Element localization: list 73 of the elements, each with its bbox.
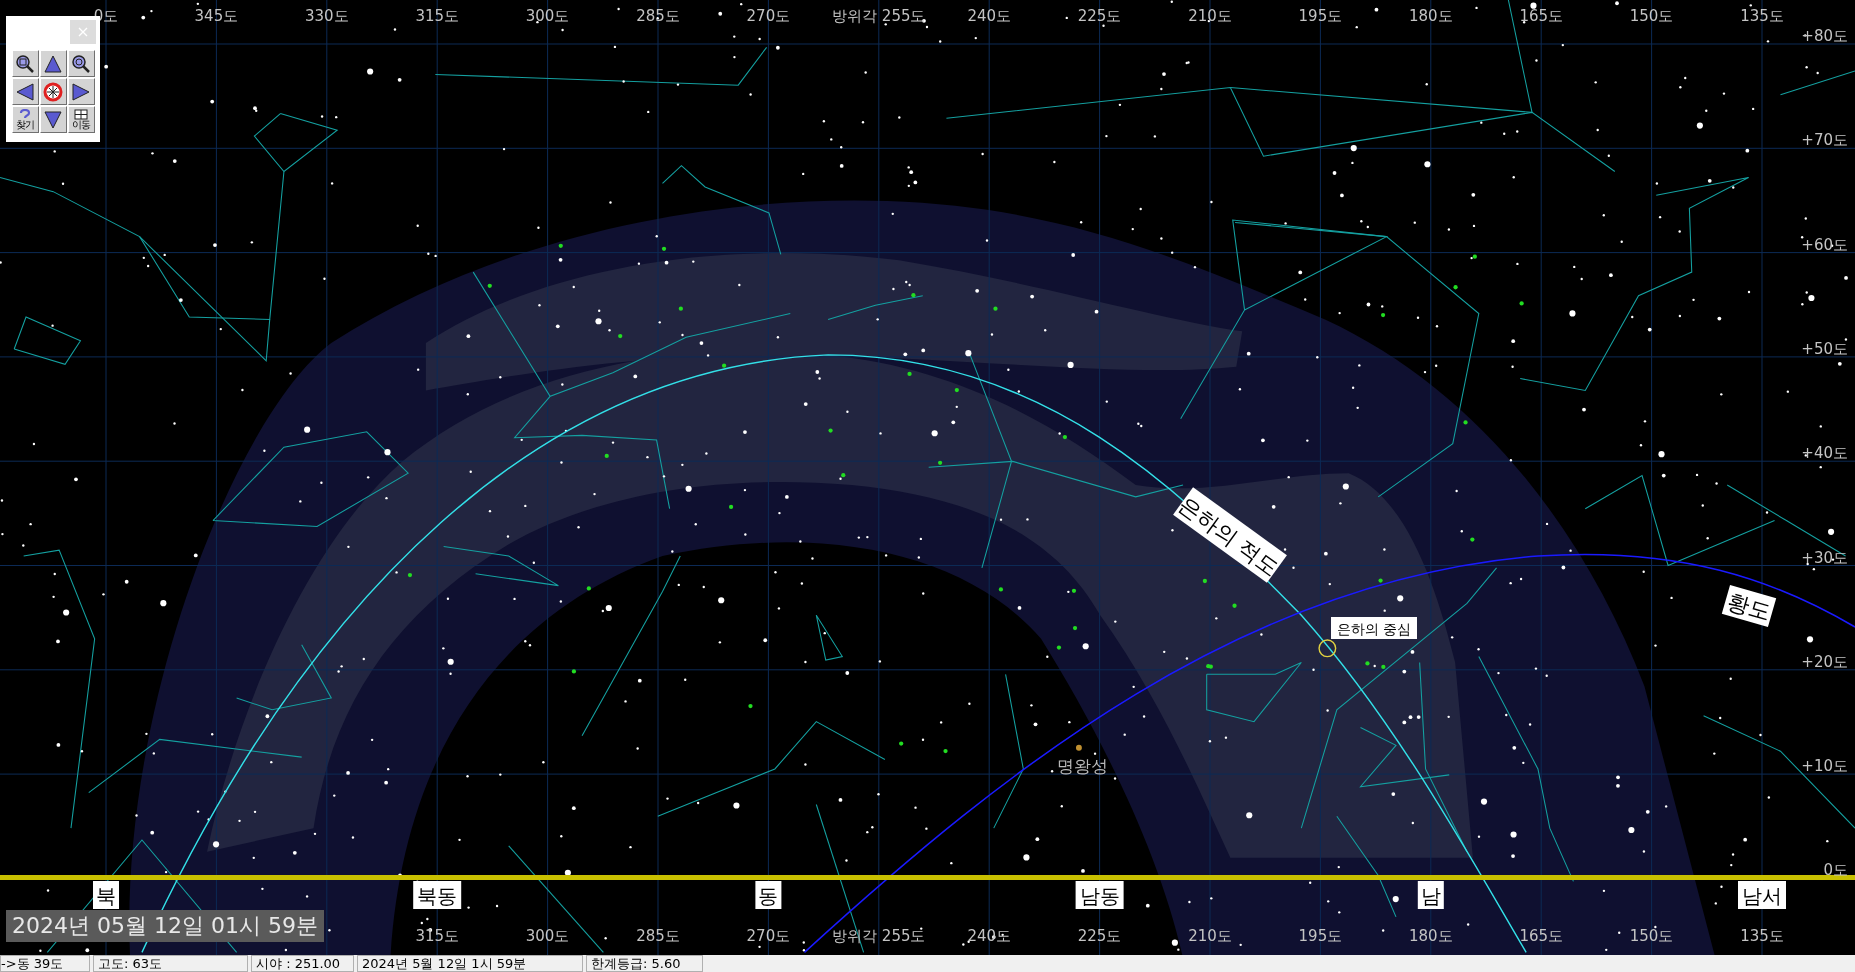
- direction-label: 남: [1417, 881, 1444, 909]
- direction-label: 남동: [1075, 881, 1124, 909]
- azimuth-label: 315도: [415, 7, 459, 25]
- up-arrow-icon: [43, 53, 63, 74]
- azimuth-label: 방위각 255도: [832, 7, 926, 25]
- direction-label: 북: [93, 881, 119, 909]
- right-arrow-icon: [71, 81, 91, 102]
- azimuth-label: 150도: [1629, 7, 1674, 25]
- down-button[interactable]: [39, 106, 67, 133]
- ecliptic-label: 황도: [1721, 584, 1777, 628]
- azimuth-label: 300도: [525, 7, 570, 25]
- direction-label: 북동: [413, 881, 462, 909]
- azimuth-label: 225도: [1077, 927, 1122, 945]
- azimuth-label: 315도: [415, 927, 459, 945]
- left-arrow-icon: [15, 81, 35, 102]
- azimuth-label: 195도: [1298, 7, 1343, 25]
- azimuth-label: 300도: [525, 927, 570, 945]
- zoom-in-button[interactable]: [11, 50, 39, 77]
- azimuth-label: 180도: [1409, 7, 1453, 25]
- galactic-center-marker: [1318, 639, 1337, 658]
- find-button[interactable]: 찾기: [11, 106, 39, 133]
- azimuth-label: 330도: [305, 7, 349, 25]
- status-field: 2024년 5월 12일 1시 59분: [357, 955, 583, 972]
- azimuth-label: 285도: [636, 927, 680, 945]
- galactic-center-label: 은하의 중심: [1331, 617, 1417, 639]
- status-field: 시야 : 251.00: [251, 955, 354, 972]
- status-field: 고도: 63도: [93, 955, 248, 972]
- status-field: 한계등급: 5.60: [586, 955, 703, 972]
- altitude-label: +70도: [1801, 131, 1848, 150]
- left-button[interactable]: [11, 78, 39, 105]
- azimuth-label: 225도: [1077, 7, 1122, 25]
- altitude-label: 0도: [1823, 861, 1848, 880]
- compass-icon: [43, 81, 63, 102]
- azimuth-label: 165도: [1519, 927, 1563, 945]
- azimuth-label: 345도: [194, 7, 239, 25]
- move-button[interactable]: 이동: [67, 106, 95, 133]
- direction-label: 남서: [1738, 881, 1786, 909]
- close-icon: [78, 27, 88, 37]
- altitude-label: +20도: [1801, 652, 1848, 671]
- azimuth-label: 270도: [746, 927, 791, 945]
- pluto-label: 명왕성: [1056, 756, 1108, 776]
- status-field: ->동 39도: [0, 955, 90, 972]
- grid-icon: [73, 109, 89, 120]
- right-button[interactable]: [67, 78, 95, 105]
- planet-dot: [1075, 744, 1082, 751]
- direction-label: 동: [755, 881, 782, 909]
- center-button[interactable]: [39, 78, 67, 105]
- altitude-label: +80도: [1801, 27, 1848, 45]
- azimuth-label: 135도: [1740, 927, 1784, 945]
- altitude-label: +40도: [1801, 444, 1848, 463]
- azimuth-label: 240도: [967, 927, 1011, 945]
- altitude-label: +30도: [1801, 548, 1848, 567]
- question-icon: [17, 109, 33, 120]
- down-arrow-icon: [43, 109, 63, 130]
- altitude-label: +10도: [1801, 757, 1848, 776]
- altitude-label: +50도: [1801, 339, 1848, 358]
- zoom-in-icon: [15, 53, 35, 74]
- azimuth-label: 135도: [1740, 7, 1784, 25]
- azimuth-label: 285도: [636, 7, 680, 25]
- azimuth-label: 180도: [1409, 927, 1453, 945]
- altitude-label: +60도: [1801, 235, 1848, 254]
- azimuth-label: 195도: [1298, 927, 1343, 945]
- azimuth-label: 270도: [746, 7, 791, 25]
- date-time-overlay: 2024년 05월 12일 01시 59분: [6, 910, 324, 942]
- up-button[interactable]: [39, 50, 67, 77]
- azimuth-label: 165도: [1519, 7, 1563, 25]
- azimuth-label: 방위각 255도: [832, 927, 926, 945]
- azimuth-label: 210도: [1188, 927, 1232, 945]
- zoom-out-icon: [71, 53, 91, 74]
- azimuth-label: 240도: [967, 7, 1011, 25]
- azimuth-label: 150도: [1629, 927, 1674, 945]
- azimuth-label: 210도: [1188, 7, 1232, 25]
- zoom-out-button[interactable]: [67, 50, 95, 77]
